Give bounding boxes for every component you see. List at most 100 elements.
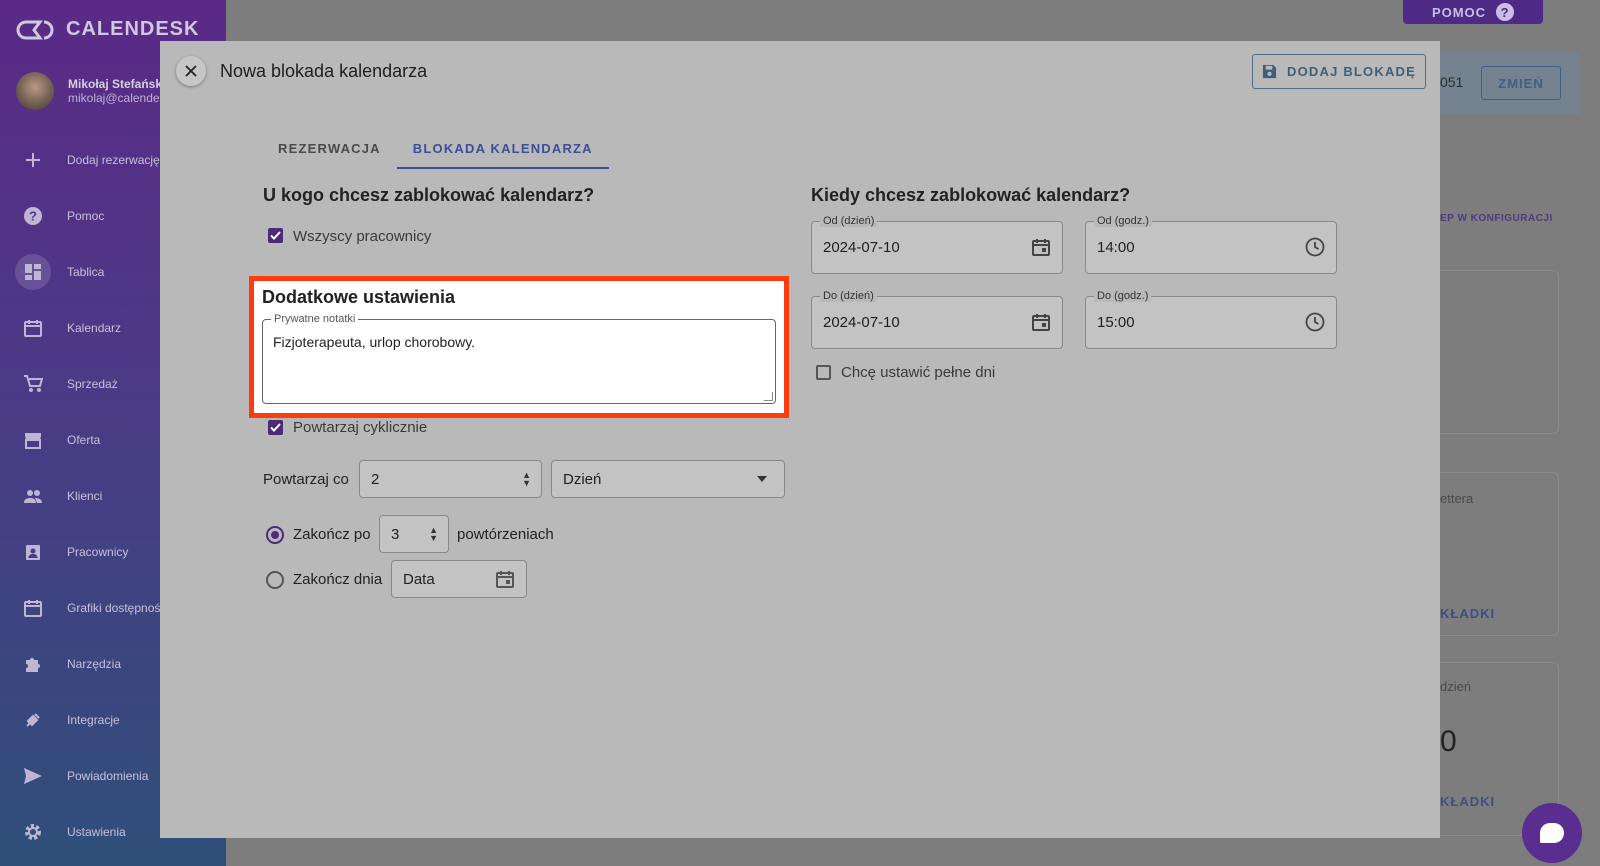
background-card-text: dzień: [1440, 679, 1472, 694]
avatar: [16, 72, 54, 110]
chevron-down-icon: [757, 476, 767, 482]
repeat-every-value: 2: [371, 471, 380, 488]
end-after-label: Zakończ po: [293, 526, 371, 543]
clock-icon[interactable]: [1304, 236, 1326, 258]
clock-icon[interactable]: [1304, 311, 1326, 333]
cart-icon: [22, 373, 44, 395]
repeat-checkbox[interactable]: [268, 420, 283, 435]
end-date-radio[interactable]: [266, 571, 284, 589]
change-button[interactable]: ZMIEŃ: [1481, 66, 1561, 100]
stepper-icon[interactable]: ▲ ▼: [429, 526, 438, 543]
private-notes-label: Prywatne notatki: [271, 313, 359, 325]
calendar-icon[interactable]: [1030, 236, 1052, 258]
from-time-value: 14:00: [1097, 239, 1135, 256]
repeat-unit-select[interactable]: Dzień: [551, 460, 785, 498]
calendar-icon[interactable]: [1030, 311, 1052, 333]
stepper-icon[interactable]: ▲ ▼: [522, 471, 531, 488]
all-employees-label: Wszyscy pracownicy: [293, 228, 432, 245]
calendar-icon[interactable]: [494, 568, 516, 590]
dashboard-icon: [15, 254, 51, 290]
background-card-text: ettera: [1440, 491, 1474, 506]
sidebar-item-label: Narzędzia: [67, 657, 122, 671]
to-date-field[interactable]: Do (dzień) 2024-07-10: [811, 290, 1063, 349]
block-calendar-dialog: Nowa blokada kalendarza DODAJ BLOKADĘ RE…: [160, 41, 1440, 838]
sidebar-item-label: Ustawienia: [67, 825, 126, 839]
close-button[interactable]: [176, 56, 206, 86]
additional-settings-heading: Dodatkowe ustawienia: [262, 287, 456, 307]
tab-calendar-block[interactable]: BLOKADA KALENDARZA: [396, 127, 609, 169]
tab-reservation[interactable]: REZERWACJA: [262, 127, 397, 169]
when-heading: Kiedy chcesz zablokować kalendarz?: [811, 185, 1131, 205]
end-after-value: 3: [391, 526, 400, 543]
sidebar-item-label: Klienci: [67, 489, 103, 503]
background-config-link[interactable]: EP W KONFIGURACJI: [1440, 213, 1553, 224]
sidebar-item-label: Powiadomienia: [67, 769, 149, 783]
sidebar-item-label: Integracje: [67, 713, 120, 727]
from-date-value: 2024-07-10: [823, 239, 900, 256]
background-card: [1440, 270, 1559, 434]
background-code: 051: [1440, 74, 1464, 90]
repeat-every-label: Powtarzaj co: [263, 471, 349, 488]
full-days-label: Chcę ustawić pełne dni: [841, 364, 996, 381]
end-date-placeholder: Data: [403, 571, 435, 588]
chat-button[interactable]: [1522, 803, 1582, 863]
from-time-label: Od (godz.): [1094, 215, 1152, 227]
resize-handle-icon[interactable]: [764, 392, 773, 401]
repeat-label: Powtarzaj cyklicznie: [293, 419, 428, 436]
logo-text: CALENDESK: [66, 18, 200, 40]
check-icon: [270, 423, 281, 432]
puzzle-icon: [22, 653, 44, 675]
all-employees-checkbox[interactable]: [268, 228, 283, 243]
private-notes-value[interactable]: Fizjoterapeuta, urlop chorobowy.: [273, 334, 475, 350]
sidebar-item-label: Tablica: [67, 265, 105, 279]
badge-icon: [22, 541, 44, 563]
dialog-title: Nowa blokada kalendarza: [220, 61, 428, 81]
sidebar-item-label: Grafiki dostępności: [67, 601, 170, 615]
plus-icon: [22, 149, 44, 171]
end-date-input[interactable]: Data: [391, 560, 527, 598]
to-time-field[interactable]: Do (godz.) 15:00: [1085, 290, 1337, 349]
dialog-tabs: REZERWACJA BLOKADA KALENDARZA: [262, 127, 609, 169]
background-card-link[interactable]: KŁADKI: [1440, 606, 1495, 621]
sidebar-item-label: Sprzedaż: [67, 377, 118, 391]
sidebar-item-label: Oferta: [67, 433, 101, 447]
close-icon: [185, 65, 197, 77]
who-heading: U kogo chcesz zablokować kalendarz?: [263, 185, 595, 205]
calendar-icon: [22, 317, 44, 339]
plug-icon: [22, 709, 44, 731]
sidebar-item-label: Pracownicy: [67, 545, 129, 559]
end-after-input[interactable]: 3 ▲ ▼: [379, 515, 449, 553]
from-date-label: Od (dzień): [820, 215, 878, 227]
gear-icon: [22, 821, 44, 843]
check-icon: [270, 231, 281, 240]
people-icon: [22, 485, 44, 507]
help-label: POMOC: [1431, 4, 1487, 20]
end-date-label: Zakończ dnia: [293, 571, 383, 588]
repeat-unit-value: Dzień: [563, 471, 602, 488]
end-after-radio[interactable]: [266, 526, 284, 544]
to-date-value: 2024-07-10: [823, 314, 900, 331]
repeat-every-input[interactable]: 2 ▲ ▼: [359, 460, 542, 498]
help-button[interactable]: POMOC ?: [1403, 0, 1543, 24]
background-card-link[interactable]: KŁADKI: [1440, 794, 1495, 809]
logo[interactable]: CALENDESK: [16, 18, 199, 41]
end-after-suffix: powtórzeniach: [457, 526, 554, 543]
private-notes-field[interactable]: Prywatne notatki Fizjoterapeuta, urlop c…: [262, 313, 776, 404]
to-time-value: 15:00: [1097, 314, 1135, 331]
add-block-button[interactable]: DODAJ BLOKADĘ: [1252, 54, 1426, 89]
help-icon: ?: [1496, 3, 1515, 21]
save-icon: [1262, 64, 1277, 79]
to-date-label: Do (dzień): [820, 290, 877, 302]
add-block-label: DODAJ BLOKADĘ: [1287, 64, 1416, 79]
sidebar-item-label: Dodaj rezerwację: [67, 153, 160, 167]
from-time-field[interactable]: Od (godz.) 14:00: [1085, 215, 1337, 274]
help-circle-icon: ?: [22, 205, 44, 227]
from-date-field[interactable]: Od (dzień) 2024-07-10: [811, 215, 1063, 274]
schedule-icon: [22, 597, 44, 619]
send-icon: [22, 765, 44, 787]
logo-icon: [16, 20, 54, 39]
background-card-value: 0: [1440, 725, 1457, 758]
full-days-checkbox[interactable]: [816, 365, 831, 380]
additional-settings-highlight: Dodatkowe ustawienia Prywatne notatki Fi…: [249, 276, 789, 418]
store-icon: [22, 429, 44, 451]
